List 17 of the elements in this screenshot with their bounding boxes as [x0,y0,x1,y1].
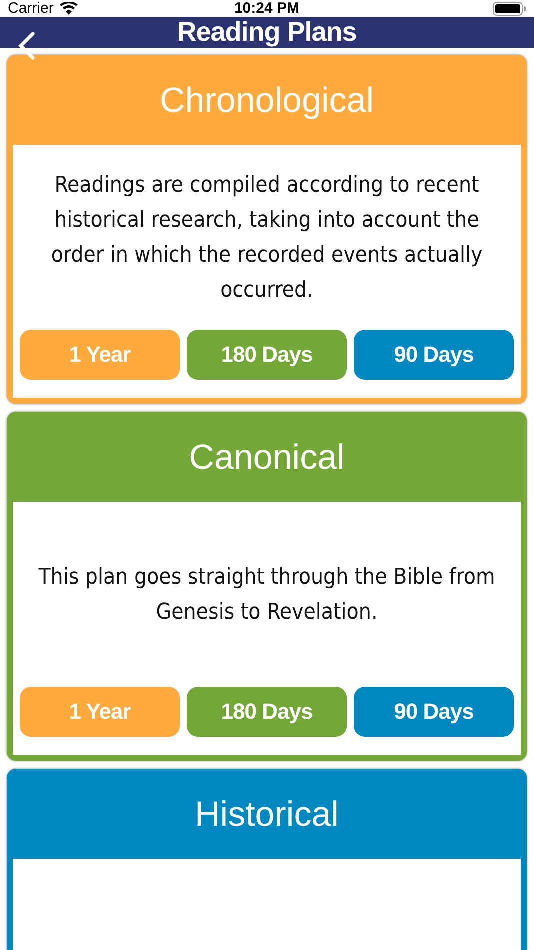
duration-button[interactable]: 1 Year [20,330,180,380]
wifi-icon [60,2,78,15]
plan-description: This plan goes straight through the Bible from Genesis to Revelation. [38,564,496,626]
duration-button[interactable]: 1 Year [20,687,180,737]
plan-title: Historical [194,794,340,836]
plan-title: Chronological [158,80,376,122]
battery-icon [493,2,526,16]
duration-button[interactable]: 180 Days [187,687,347,737]
nav-title: Reading Plans [177,17,357,48]
duration-button[interactable]: 90 Days [354,330,514,380]
clock-time: 10:24 PM [234,0,300,17]
duration-button[interactable]: 180 Days [187,330,347,380]
carrier-label: Carrier [8,0,54,17]
plan-title: Canonical [188,437,346,479]
plan-description: Readings are compiled according to recent historical research, taking into account the order in which the recorded events actually occurred. [50,172,484,304]
duration-button[interactable]: 90 Days [354,687,514,737]
back-icon[interactable] [18,32,36,60]
